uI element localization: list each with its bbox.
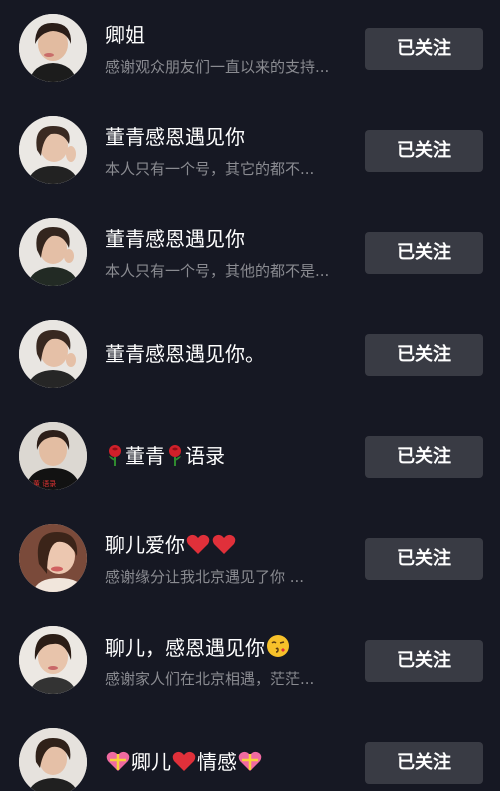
name-text: 董青 — [125, 444, 165, 468]
user-name: 董青感恩遇见你 — [105, 227, 245, 251]
heart-icon — [186, 533, 210, 561]
user-description: 感谢家人们在北京相遇，茫茫... — [105, 670, 315, 688]
name-text: 卿儿 — [131, 750, 171, 774]
user-description: 感谢缘分让我北京遇见了你 ... — [105, 568, 305, 586]
followed-button[interactable]: 已关注 — [365, 334, 483, 376]
user-description: 感谢观众朋友们一直以来的支持... — [105, 58, 330, 76]
avatar[interactable] — [19, 116, 87, 184]
user-name: 聊儿爱你 — [105, 532, 237, 561]
name-text: 聊儿爱你 — [105, 533, 185, 557]
user-name: 卿姐 — [105, 23, 145, 47]
name-text: 情感 — [197, 750, 237, 774]
list-item[interactable]: 董青感恩遇见你 本人只有一个号，其它的都不... 已关注 — [0, 102, 500, 204]
followed-button[interactable]: 已关注 — [365, 28, 483, 70]
name-text: 语录 — [185, 444, 225, 468]
rose-icon — [106, 444, 124, 472]
list-item[interactable]: 聊儿爱你 感谢缘分让我北京遇见了你 ... 已关注 — [0, 510, 500, 612]
avatar[interactable] — [19, 14, 87, 82]
avatar[interactable] — [19, 626, 87, 694]
user-description: 本人只有一个号，其它的都不... — [105, 160, 315, 178]
followed-button[interactable]: 已关注 — [365, 436, 483, 478]
following-list: 卿姐 感谢观众朋友们一直以来的支持... 已关注 董青感恩遇见你 本人只有一个号… — [0, 0, 500, 791]
followed-button[interactable]: 已关注 — [365, 538, 483, 580]
avatar[interactable] — [19, 218, 87, 286]
heart-icon — [212, 533, 236, 561]
list-item[interactable]: 董青感恩遇见你 本人只有一个号，其他的都不是... 已关注 — [0, 204, 500, 306]
kiss-face-icon — [266, 634, 290, 664]
avatar[interactable]: 董 语录 — [19, 422, 87, 490]
svg-text:董 语录: 董 语录 — [33, 479, 56, 488]
user-name: 董青感恩遇见你。 — [105, 342, 265, 366]
list-item[interactable]: 董 语录 董青 语录 已关注 — [0, 408, 500, 510]
avatar[interactable] — [19, 524, 87, 592]
gift-heart-icon — [106, 750, 130, 778]
followed-button[interactable]: 已关注 — [365, 130, 483, 172]
followed-button[interactable]: 已关注 — [365, 232, 483, 274]
heart-icon — [172, 750, 196, 778]
list-item[interactable]: 董青感恩遇见你。 已关注 — [0, 306, 500, 408]
user-name: 聊儿，感恩遇见你 — [105, 634, 291, 664]
user-description: 本人只有一个号，其他的都不是... — [105, 262, 330, 280]
rose-icon — [166, 444, 184, 472]
avatar[interactable] — [19, 320, 87, 388]
avatar[interactable] — [19, 728, 87, 791]
list-item[interactable]: 卿姐 感谢观众朋友们一直以来的支持... 已关注 — [0, 0, 500, 102]
user-name: 卿儿 情感 — [105, 749, 263, 778]
name-text: 聊儿，感恩遇见你 — [105, 636, 265, 660]
user-name: 董青 语录 — [105, 443, 225, 472]
gift-heart-icon — [238, 750, 262, 778]
followed-button[interactable]: 已关注 — [365, 742, 483, 784]
followed-button[interactable]: 已关注 — [365, 640, 483, 682]
list-item[interactable]: 卿儿 情感 已关注 — [0, 714, 500, 791]
user-name: 董青感恩遇见你 — [105, 125, 245, 149]
list-item[interactable]: 聊儿，感恩遇见你 感谢家人们在北京相遇，茫茫... 已关注 — [0, 612, 500, 714]
